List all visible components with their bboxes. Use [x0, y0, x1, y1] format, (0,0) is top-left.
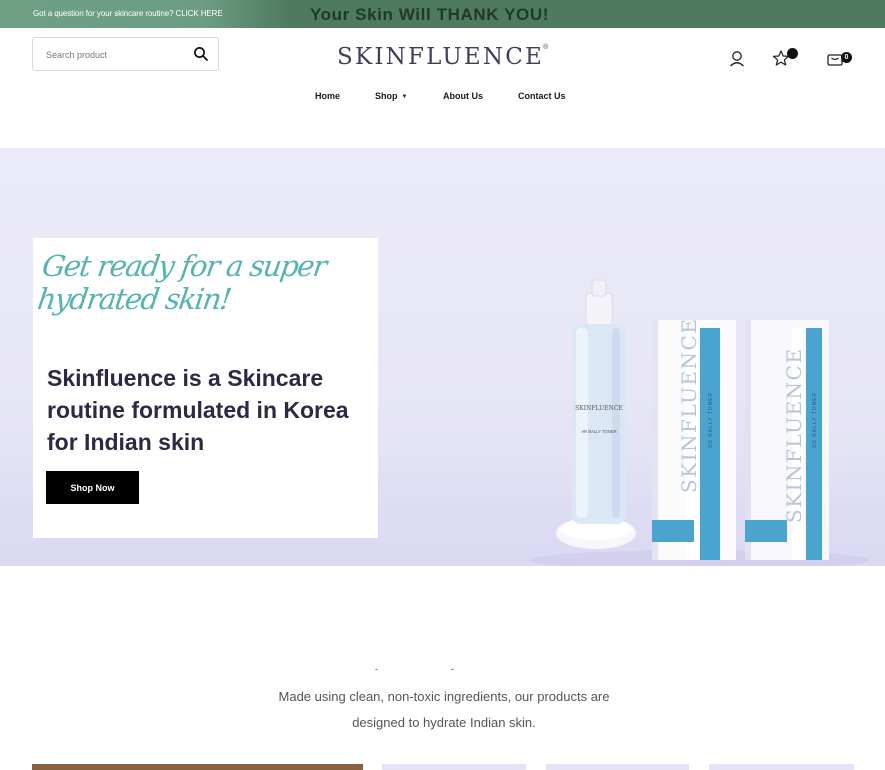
section-tagline: Made using clean, non-toxic ingredients,… — [278, 689, 610, 730]
product-card[interactable] — [382, 764, 526, 770]
nav-shop-label: Shop — [375, 91, 398, 101]
section-dash-left: - — [375, 664, 378, 674]
product-box-front: SKINFLUENCE SR BALLY TONER — [652, 318, 736, 560]
product-card[interactable] — [546, 764, 689, 770]
bottle-sublabel: AR BALLY TONER — [581, 429, 616, 434]
search-box — [32, 37, 219, 71]
box-label: SKINFLUENCE — [782, 348, 806, 523]
product-box-back: SKINFLUENCE SR BALLY TONER — [745, 320, 829, 560]
cart-count-badge: 0 — [841, 52, 852, 63]
announcement-bar: Got a question for your skincare routine… — [0, 0, 885, 28]
bottle-label: SKINFLUENCE — [575, 405, 623, 412]
hero-headline: Skinfluence is a Skincare routine formul… — [47, 365, 349, 455]
search-icon[interactable] — [193, 46, 209, 62]
shop-now-button[interactable]: Shop Now — [46, 471, 139, 504]
search-input[interactable] — [46, 47, 186, 63]
product-card[interactable] — [32, 764, 363, 770]
question-help-link[interactable]: Got a question for your skincare routine… — [33, 9, 223, 18]
nav-shop[interactable]: Shop ▼ — [375, 91, 407, 101]
box-sublabel: SR BALLY TONER — [812, 392, 818, 448]
chevron-down-icon: ▼ — [401, 94, 408, 100]
section-dash-right: - — [451, 664, 454, 674]
wishlist-count-badge — [787, 48, 798, 59]
hero-script-heading: Get ready for a super hydrated skin! — [35, 249, 328, 316]
nav-about-us[interactable]: About Us — [443, 91, 483, 101]
account-icon[interactable] — [728, 49, 748, 69]
nav-home[interactable]: Home — [315, 91, 340, 101]
nav-contact-us[interactable]: Contact Us — [518, 91, 566, 101]
product-card[interactable] — [709, 764, 854, 770]
announcement-tagline: Your Skin Will THANK YOU! — [310, 5, 550, 24]
registered-mark: ® — [543, 44, 549, 51]
box-label: SKINFLUENCE — [677, 318, 701, 493]
box-sublabel: SR BALLY TONER — [708, 392, 714, 448]
brand-logo[interactable]: SKINFLUENCE — [337, 44, 544, 70]
